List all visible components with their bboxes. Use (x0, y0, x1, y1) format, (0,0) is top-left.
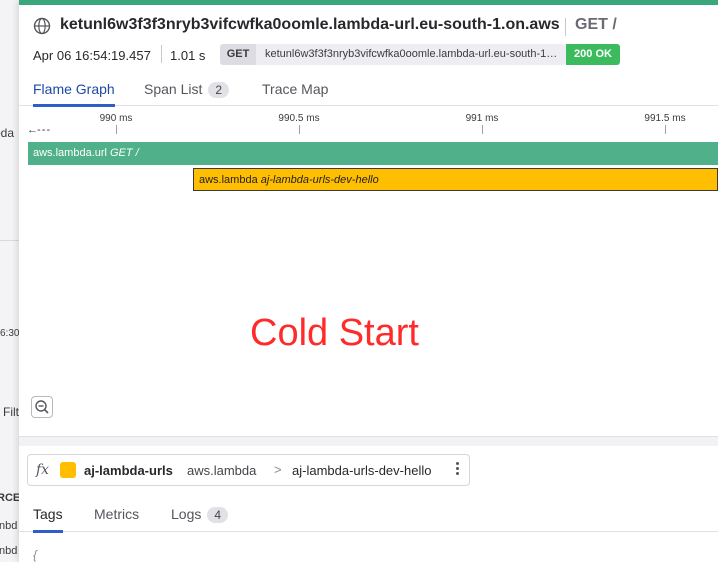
span-resource: GET / (109, 147, 139, 159)
logs-count-badge: 4 (207, 507, 229, 523)
more-vertical-icon[interactable] (454, 461, 460, 479)
span-lambda-url[interactable]: aws.lambda.url GET / (28, 142, 718, 165)
tick-mark (116, 125, 117, 134)
tick-label: 991.5 ms (644, 113, 686, 124)
trace-header: ketunl6w3f3f3nryb3vifcwfka0oomle.lambda-… (19, 12, 718, 42)
span-service: aws.lambda (199, 174, 258, 186)
tab-label: Trace Map (262, 81, 329, 97)
span-count-badge: 2 (208, 82, 230, 98)
span-resource: aj-lambda-urls-dev-hello (260, 174, 379, 186)
span-breadcrumb: fx aj-lambda-urls aws.lambda > aj-lambda… (27, 454, 470, 486)
breadcrumb-resource[interactable]: aj-lambda-urls-dev-hello (292, 463, 431, 478)
tick-label: 990.5 ms (278, 113, 320, 124)
globe-icon (33, 17, 51, 35)
trace-method-path: GET / (575, 16, 617, 33)
axis-left-arrow-icon: ←- - - (27, 124, 50, 136)
background-text: Filt (3, 405, 19, 419)
timeline-axis: ←- - - 990 ms 990.5 ms 991 ms 991.5 ms (19, 107, 718, 136)
tab-label: Span List (144, 81, 203, 97)
function-icon: fx (36, 462, 50, 478)
background-text: bda (0, 126, 15, 140)
tick-label: 991 ms (465, 113, 499, 124)
tab-logs[interactable]: Logs 4 (171, 506, 229, 532)
tick-mark (665, 125, 666, 134)
background-text: nbd (0, 520, 18, 532)
section-divider (19, 436, 718, 446)
tick-mark (299, 125, 300, 134)
tab-label: Logs (171, 506, 202, 522)
tab-span-list[interactable]: Span List 2 (144, 81, 230, 106)
tab-label: Flame Graph (33, 81, 115, 97)
chevron-right-icon: > (274, 462, 282, 477)
trace-timestamp: Apr 06 16:54:19.457 (33, 48, 151, 63)
trace-panel: ketunl6w3f3f3nryb3vifcwfka0oomle.lambda-… (19, 0, 718, 562)
tab-flame-graph[interactable]: Flame Graph (33, 81, 115, 107)
trace-duration: 1.01 s (170, 48, 206, 63)
zoom-out-icon (35, 400, 49, 414)
view-tabs: Flame Graph Span List 2 Trace Map (19, 74, 718, 107)
status-badge: 200 OK (566, 44, 620, 65)
request-method-badge: GET (220, 44, 256, 65)
request-url: ketunl6w3f3f3nryb3vifcwfka0oomle.lambda-… (265, 48, 560, 60)
status-top-bar (19, 0, 718, 5)
tick-label: 990 ms (99, 113, 133, 124)
background-text: 6:30 (0, 328, 20, 339)
breadcrumb-type: aws.lambda (187, 463, 257, 478)
request-url-box[interactable]: GET ketunl6w3f3f3nryb3vifcwfka0oomle.lam… (220, 44, 566, 65)
tab-metrics[interactable]: Metrics (94, 506, 139, 532)
tab-label: Tags (33, 506, 63, 522)
background-text: nbd (0, 545, 18, 557)
tab-tags[interactable]: Tags (33, 506, 63, 533)
background-text: RCE (0, 492, 21, 504)
breadcrumb-service[interactable]: aj-lambda-urls (84, 463, 173, 478)
zoom-out-button[interactable] (31, 396, 53, 418)
cold-start-annotation: Cold Start (250, 312, 419, 354)
detail-tabs: Tags Metrics Logs 4 (19, 498, 718, 533)
service-color-icon (60, 462, 76, 478)
span-lambda-function[interactable]: aws.lambda aj-lambda-urls-dev-hello (193, 168, 718, 191)
meta-divider (161, 45, 162, 63)
header-divider (565, 18, 566, 36)
tick-mark (482, 125, 483, 134)
tags-content-start: { (33, 548, 38, 562)
trace-meta: Apr 06 16:54:19.457 1.01 s GET ketunl6w3… (19, 42, 718, 66)
trace-host-title: ketunl6w3f3f3nryb3vifcwfka0oomle.lambda-… (60, 16, 560, 33)
span-service: aws.lambda.url (33, 147, 107, 159)
tab-trace-map[interactable]: Trace Map (262, 81, 328, 106)
tab-label: Metrics (94, 506, 140, 522)
